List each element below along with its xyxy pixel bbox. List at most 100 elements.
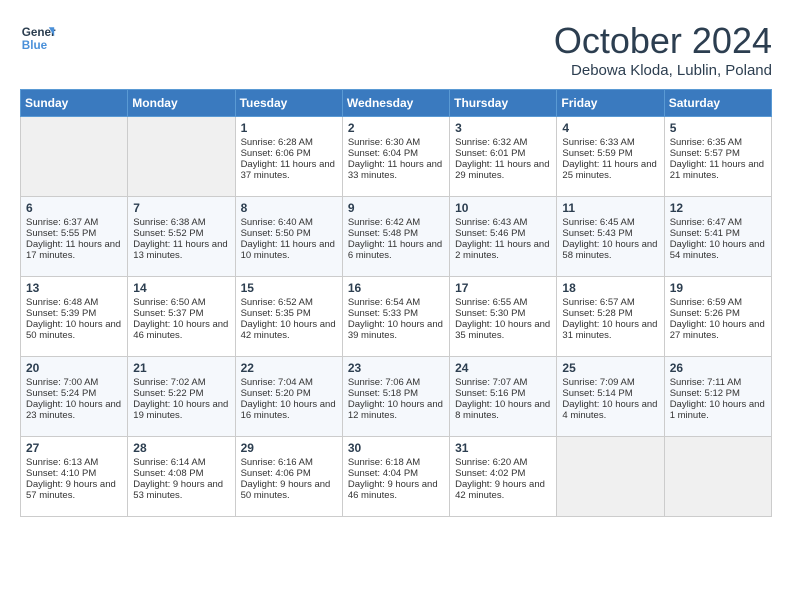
daylight-text: Daylight: 11 hours and 13 minutes. [133,239,229,261]
sunrise-text: Sunrise: 6:16 AM [241,457,337,468]
sunrise-text: Sunrise: 6:48 AM [26,297,122,308]
daylight-text: Daylight: 11 hours and 17 minutes. [26,239,122,261]
month-title: October 2024 [554,20,772,62]
sunrise-text: Sunrise: 7:06 AM [348,377,444,388]
sunset-text: Sunset: 5:33 PM [348,308,444,319]
sunrise-text: Sunrise: 6:52 AM [241,297,337,308]
day-of-week-header: Monday [128,90,235,117]
calendar-cell: 29Sunrise: 6:16 AMSunset: 4:06 PMDayligh… [235,437,342,517]
calendar-cell: 21Sunrise: 7:02 AMSunset: 5:22 PMDayligh… [128,357,235,437]
sunrise-text: Sunrise: 6:40 AM [241,217,337,228]
sunrise-text: Sunrise: 6:14 AM [133,457,229,468]
calendar-cell: 25Sunrise: 7:09 AMSunset: 5:14 PMDayligh… [557,357,664,437]
daylight-text: Daylight: 10 hours and 12 minutes. [348,399,444,421]
sunset-text: Sunset: 4:10 PM [26,468,122,479]
sunset-text: Sunset: 4:06 PM [241,468,337,479]
day-number: 25 [562,361,658,375]
day-number: 9 [348,201,444,215]
calendar-cell: 2Sunrise: 6:30 AMSunset: 6:04 PMDaylight… [342,117,449,197]
day-of-week-header: Saturday [664,90,771,117]
calendar-week-row: 13Sunrise: 6:48 AMSunset: 5:39 PMDayligh… [21,277,772,357]
sunset-text: Sunset: 5:41 PM [670,228,766,239]
daylight-text: Daylight: 9 hours and 57 minutes. [26,479,122,501]
calendar-cell: 1Sunrise: 6:28 AMSunset: 6:06 PMDaylight… [235,117,342,197]
sunset-text: Sunset: 5:52 PM [133,228,229,239]
daylight-text: Daylight: 11 hours and 37 minutes. [241,159,337,181]
sunset-text: Sunset: 5:57 PM [670,148,766,159]
day-number: 11 [562,201,658,215]
sunrise-text: Sunrise: 7:00 AM [26,377,122,388]
sunset-text: Sunset: 5:20 PM [241,388,337,399]
calendar-cell: 10Sunrise: 6:43 AMSunset: 5:46 PMDayligh… [450,197,557,277]
sunrise-text: Sunrise: 7:04 AM [241,377,337,388]
daylight-text: Daylight: 11 hours and 33 minutes. [348,159,444,181]
calendar-cell: 9Sunrise: 6:42 AMSunset: 5:48 PMDaylight… [342,197,449,277]
calendar-cell: 3Sunrise: 6:32 AMSunset: 6:01 PMDaylight… [450,117,557,197]
day-number: 7 [133,201,229,215]
day-number: 23 [348,361,444,375]
calendar-week-row: 1Sunrise: 6:28 AMSunset: 6:06 PMDaylight… [21,117,772,197]
day-number: 19 [670,281,766,295]
sunset-text: Sunset: 5:35 PM [241,308,337,319]
sunset-text: Sunset: 5:37 PM [133,308,229,319]
day-number: 10 [455,201,551,215]
daylight-text: Daylight: 10 hours and 58 minutes. [562,239,658,261]
daylight-text: Daylight: 10 hours and 4 minutes. [562,399,658,421]
day-of-week-header: Tuesday [235,90,342,117]
sunrise-text: Sunrise: 7:07 AM [455,377,551,388]
sunset-text: Sunset: 5:12 PM [670,388,766,399]
calendar-cell: 16Sunrise: 6:54 AMSunset: 5:33 PMDayligh… [342,277,449,357]
day-number: 3 [455,121,551,135]
sunset-text: Sunset: 5:59 PM [562,148,658,159]
daylight-text: Daylight: 11 hours and 6 minutes. [348,239,444,261]
sunset-text: Sunset: 5:14 PM [562,388,658,399]
calendar-cell: 15Sunrise: 6:52 AMSunset: 5:35 PMDayligh… [235,277,342,357]
sunrise-text: Sunrise: 6:18 AM [348,457,444,468]
calendar-cell [21,117,128,197]
calendar-cell: 23Sunrise: 7:06 AMSunset: 5:18 PMDayligh… [342,357,449,437]
svg-text:Blue: Blue [22,39,48,52]
daylight-text: Daylight: 10 hours and 35 minutes. [455,319,551,341]
daylight-text: Daylight: 9 hours and 46 minutes. [348,479,444,501]
day-number: 18 [562,281,658,295]
daylight-text: Daylight: 11 hours and 10 minutes. [241,239,337,261]
calendar-table: SundayMondayTuesdayWednesdayThursdayFrid… [20,89,772,517]
sunrise-text: Sunrise: 6:20 AM [455,457,551,468]
title-section: October 2024 Debowa Kloda, Lublin, Polan… [554,20,772,79]
daylight-text: Daylight: 11 hours and 2 minutes. [455,239,551,261]
sunset-text: Sunset: 5:55 PM [26,228,122,239]
day-of-week-header: Thursday [450,90,557,117]
header-row: SundayMondayTuesdayWednesdayThursdayFrid… [21,90,772,117]
day-number: 6 [26,201,122,215]
day-of-week-header: Sunday [21,90,128,117]
sunrise-text: Sunrise: 6:50 AM [133,297,229,308]
sunrise-text: Sunrise: 6:28 AM [241,137,337,148]
sunrise-text: Sunrise: 6:45 AM [562,217,658,228]
calendar-cell: 6 Sunrise: 6:37 AMSunset: 5:55 PMDaylight… [21,197,128,277]
day-number: 17 [455,281,551,295]
page-header: General Blue October 2024 Debowa Kloda, … [20,20,772,79]
daylight-text: Daylight: 9 hours and 53 minutes. [133,479,229,501]
calendar-cell: 22Sunrise: 7:04 AMSunset: 5:20 PMDayligh… [235,357,342,437]
daylight-text: Daylight: 10 hours and 16 minutes. [241,399,337,421]
sunset-text: Sunset: 5:16 PM [455,388,551,399]
sunset-text: Sunset: 5:39 PM [26,308,122,319]
calendar-cell [557,437,664,517]
calendar-week-row: 20Sunrise: 7:00 AMSunset: 5:24 PMDayligh… [21,357,772,437]
daylight-text: Daylight: 9 hours and 42 minutes. [455,479,551,501]
sunset-text: Sunset: 5:28 PM [562,308,658,319]
sunrise-text: Sunrise: 6:37 AM [26,217,122,228]
day-number: 31 [455,441,551,455]
day-number: 20 [26,361,122,375]
daylight-text: Daylight: 10 hours and 27 minutes. [670,319,766,341]
daylight-text: Daylight: 11 hours and 25 minutes. [562,159,658,181]
daylight-text: Daylight: 10 hours and 42 minutes. [241,319,337,341]
day-number: 2 [348,121,444,135]
calendar-cell: 4Sunrise: 6:33 AMSunset: 5:59 PMDaylight… [557,117,664,197]
day-number: 4 [562,121,658,135]
calendar-cell: 17Sunrise: 6:55 AMSunset: 5:30 PMDayligh… [450,277,557,357]
logo-icon: General Blue [20,20,56,56]
day-number: 28 [133,441,229,455]
sunrise-text: Sunrise: 6:54 AM [348,297,444,308]
sunrise-text: Sunrise: 7:02 AM [133,377,229,388]
